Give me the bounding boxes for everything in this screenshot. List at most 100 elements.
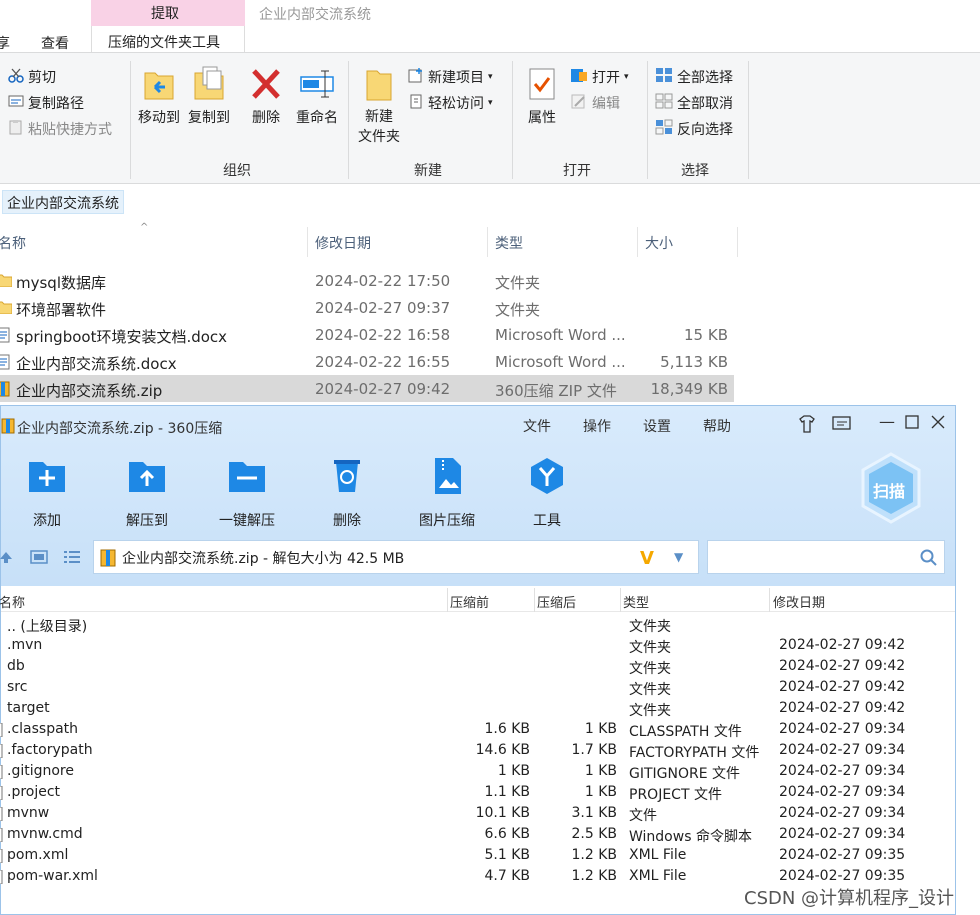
column-divider[interactable] [637,227,638,257]
up-arrow-icon[interactable] [0,550,13,568]
zip-column-before[interactable]: 压缩前 [450,592,489,611]
zip-entry-row[interactable]: .project 1.1 KB 1 KB PROJECT 文件 2024-02-27 0… [0,782,955,803]
dropdown-arrow-icon: ▾ [488,72,493,82]
zip-column-after[interactable]: 压缩后 [537,592,576,611]
zip-entry-type: 文件夹 [629,703,671,719]
tab-extract-context[interactable]: 提取 [91,0,245,26]
add-button[interactable]: 添加 [2,456,92,530]
extract-to-button[interactable]: 解压到 [102,456,192,530]
dropdown-arrow-icon: ▾ [488,98,493,108]
column-divider[interactable] [737,227,738,257]
column-divider[interactable] [307,227,308,257]
skin-shirt-icon[interactable] [797,414,817,438]
zip-entry-row[interactable]: mvnw 10.1 KB 3.1 KB 文件 2024-02-27 09:34 [0,803,955,824]
select-all-label: 全部选择 [677,70,733,86]
tools-cube-icon [525,456,569,500]
zip-entry-row[interactable]: target 文件夹 2024-02-27 09:42 [1,698,955,719]
search-input[interactable] [707,540,945,574]
paste-shortcut-button[interactable]: 粘贴快捷方式 [8,119,112,139]
new-folder-button[interactable]: 新建 文件夹 [356,65,402,147]
search-icon[interactable] [920,549,938,571]
column-divider[interactable] [447,588,448,612]
file-row[interactable]: 环境部署软件 2024-02-27 09:37 文件夹 [0,294,734,321]
zip-column-date[interactable]: 修改日期 [773,592,825,611]
zip-entry-row[interactable]: .factorypath 14.6 KB 1.7 KB FACTORYPATH 文件 2… [0,740,955,761]
tools-button[interactable]: 工具 [502,456,592,530]
cut-button[interactable]: 剪切 [8,67,56,87]
move-to-label: 移动到 [138,110,180,126]
file-type: Microsoft Word ... [495,353,626,371]
column-name[interactable]: 名称 [0,233,26,253]
image-compress-button[interactable]: 图片压缩 [402,456,492,530]
column-divider[interactable] [769,588,770,612]
zip-entry-row[interactable]: mvnw.cmd 6.6 KB 2.5 KB Windows 命令脚本 2024-02-… [0,824,955,846]
scan-button[interactable]: 扫描 [859,452,923,524]
new-item-icon [408,67,424,87]
move-folder-icon [141,65,177,107]
easy-access-button[interactable]: 轻松访问 ▾ [408,93,493,113]
zip-entry-row[interactable]: .mvn 文件夹 2024-02-27 09:42 [1,635,955,656]
zip-column-type[interactable]: 类型 [623,592,649,611]
dropdown-arrow-icon: ▾ [624,72,629,82]
column-date[interactable]: 修改日期 [315,233,371,253]
maximize-icon[interactable] [905,415,919,433]
menu-file[interactable]: 文件 [523,416,551,436]
tab-view[interactable]: 查看 [41,33,69,53]
zip-entry-date: 2024-02-27 09:42 [779,658,906,674]
zip-column-name[interactable]: 名称 [0,592,25,611]
tab-compressed-folder-tools[interactable]: 压缩的文件夹工具 [91,26,245,52]
zip-entry-row[interactable]: .classpath 1.6 KB 1 KB CLASSPATH 文件 2024-02-… [0,719,955,740]
one-click-extract-button[interactable]: 一键解压 [202,456,292,530]
list-view-icon[interactable] [63,550,81,568]
zip-entry-name: mvnw [7,805,50,821]
zip-entry-row[interactable]: .. (上级目录) 文件夹 [1,614,955,635]
column-divider[interactable] [620,588,621,612]
menu-help[interactable]: 帮助 [703,416,731,436]
open-button[interactable]: 打开 ▾ [570,67,629,87]
copy-path-button[interactable]: 复制路径 [8,93,84,113]
organize-group-label: 组织 [223,163,251,179]
minimize-icon[interactable]: — [879,412,895,431]
delete-button[interactable]: 删除 [248,65,284,127]
zip-entry-after: 1.2 KB [571,868,618,884]
zip-entry-date: 2024-02-27 09:34 [779,826,906,842]
zip-entry-type: XML File [629,847,687,863]
zip-entry-row[interactable]: src 文件夹 2024-02-27 09:42 [1,677,955,698]
chevron-down-icon[interactable]: ▼ [674,550,683,564]
file-name: 企业内部交流系统.zip [16,382,163,400]
recycle-bin-icon [325,456,369,500]
thumbnail-view-icon[interactable] [30,550,48,568]
new-group-label: 新建 [414,163,442,179]
file-row[interactable]: springboot环境安装文档.docx 2024-02-22 16:58 Mic… [0,321,734,348]
delete-tool-button[interactable]: 删除 [302,456,392,530]
properties-button[interactable]: 属性 [522,65,562,127]
breadcrumb[interactable]: 企业内部交流系统 [2,190,124,214]
file-row[interactable]: 企业内部交流系统.zip 2024-02-27 09:42 360压缩 ZIP 文件… [0,375,734,402]
file-row[interactable]: mysql数据库 2024-02-22 17:50 文件夹 [0,267,734,294]
copy-to-button[interactable]: 复制到 [186,65,232,127]
column-divider[interactable] [534,588,535,612]
menu-settings[interactable]: 设置 [643,416,671,436]
file-row[interactable]: 企业内部交流系统.docx 2024-02-22 16:55 Microsoft W… [0,348,734,375]
zip-entry-row[interactable]: .gitignore 1 KB 1 KB GITIGNORE 文件 2024-02-27… [0,761,955,782]
tab-share[interactable]: 享 [0,33,10,53]
file-type: 360压缩 ZIP 文件 [495,382,617,400]
zip-entry-row[interactable]: db 文件夹 2024-02-27 09:42 [1,656,955,677]
address-bar[interactable]: 企业内部交流系统 [0,190,980,216]
move-to-button[interactable]: 移动到 [136,65,182,127]
file-icon [0,827,3,846]
rename-button[interactable]: 重命名 [294,65,340,127]
column-divider[interactable] [487,227,488,257]
column-size[interactable]: 大小 [645,233,673,253]
feedback-icon[interactable] [832,415,852,437]
column-type[interactable]: 类型 [495,233,523,253]
edit-button[interactable]: 编辑 [570,93,620,113]
zip-entry-row[interactable]: pom.xml 5.1 KB 1.2 KB XML File 2024-02-27 09… [0,845,955,866]
select-none-button[interactable]: 全部取消 [655,93,733,113]
menu-operation[interactable]: 操作 [583,416,611,436]
select-all-button[interactable]: 全部选择 [655,67,733,87]
close-icon[interactable] [931,415,945,433]
new-item-button[interactable]: 新建项目 ▾ [408,67,493,87]
archive-path-field[interactable]: 企业内部交流系统.zip - 解包大小为 42.5 MB V ▼ [93,540,699,574]
invert-selection-button[interactable]: 反向选择 [655,119,733,139]
